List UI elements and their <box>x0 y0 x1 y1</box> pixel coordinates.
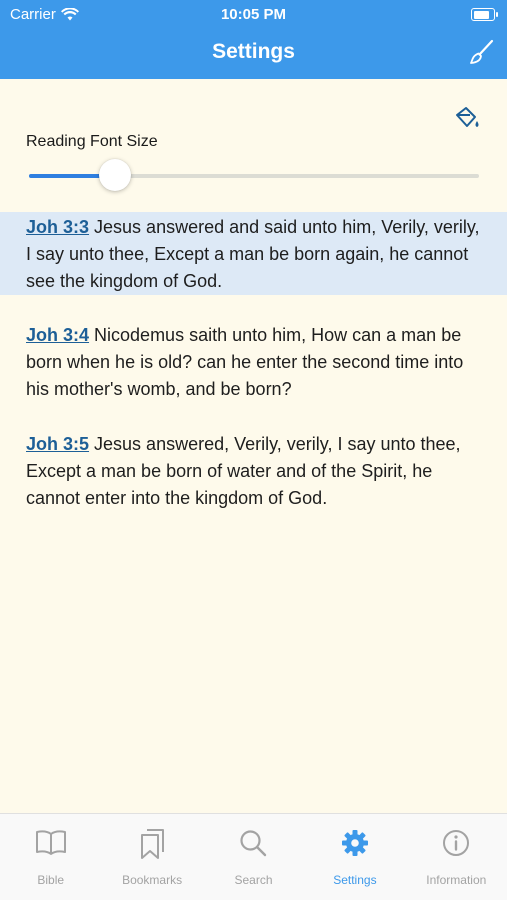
tab-label: Search <box>234 873 273 887</box>
font-size-label: Reading Font Size <box>26 133 158 150</box>
brush-icon[interactable] <box>467 38 495 66</box>
verse-text: Jesus answered and said unto him, Verily… <box>26 217 480 291</box>
tab-bookmarks[interactable]: Bookmarks <box>101 814 202 900</box>
verse-reference-link[interactable]: Joh 3:3 <box>26 217 89 237</box>
tab-bar: Bible Bookmarks Search Settings Informat… <box>0 813 507 900</box>
info-icon <box>443 830 470 856</box>
tab-bible[interactable]: Bible <box>0 814 101 900</box>
verse-reference-link[interactable]: Joh 3:4 <box>26 325 89 345</box>
status-time: 10:05 PM <box>220 6 287 23</box>
verse-text: Jesus answered, Verily, verily, I say un… <box>26 434 461 508</box>
verse-item[interactable]: Joh 3:3 Jesus answered and said unto him… <box>0 212 507 295</box>
verse-text: Nicodemus saith unto him, How can a man … <box>26 325 464 399</box>
battery-icon <box>471 8 498 21</box>
slider-thumb[interactable] <box>98 159 131 191</box>
tab-search[interactable]: Search <box>203 814 304 900</box>
tab-label: Bookmarks <box>122 873 183 887</box>
tab-settings[interactable]: Settings <box>304 814 405 900</box>
verse-item[interactable]: Joh 3:4 Nicodemus saith unto him, How ca… <box>0 322 507 403</box>
navigation-bar: Carrier 10:05 PM Settings <box>0 0 507 79</box>
verse-item[interactable]: Joh 3:5 Jesus answered, Verily, verily, … <box>0 431 507 512</box>
page-title: Settings <box>212 40 295 63</box>
tab-label: Bible <box>37 873 65 887</box>
search-icon <box>240 830 267 857</box>
bookmarks-icon <box>141 829 165 859</box>
gear-icon <box>341 830 368 856</box>
paint-bucket-icon[interactable] <box>452 104 482 134</box>
book-icon <box>35 830 66 855</box>
battery-level <box>473 10 490 19</box>
tab-information[interactable]: Information <box>406 814 507 900</box>
verse-reference-link[interactable]: Joh 3:5 <box>26 434 89 454</box>
tab-label: Information <box>426 873 487 887</box>
tab-label: Settings <box>333 873 377 887</box>
font-size-slider[interactable] <box>29 158 479 192</box>
